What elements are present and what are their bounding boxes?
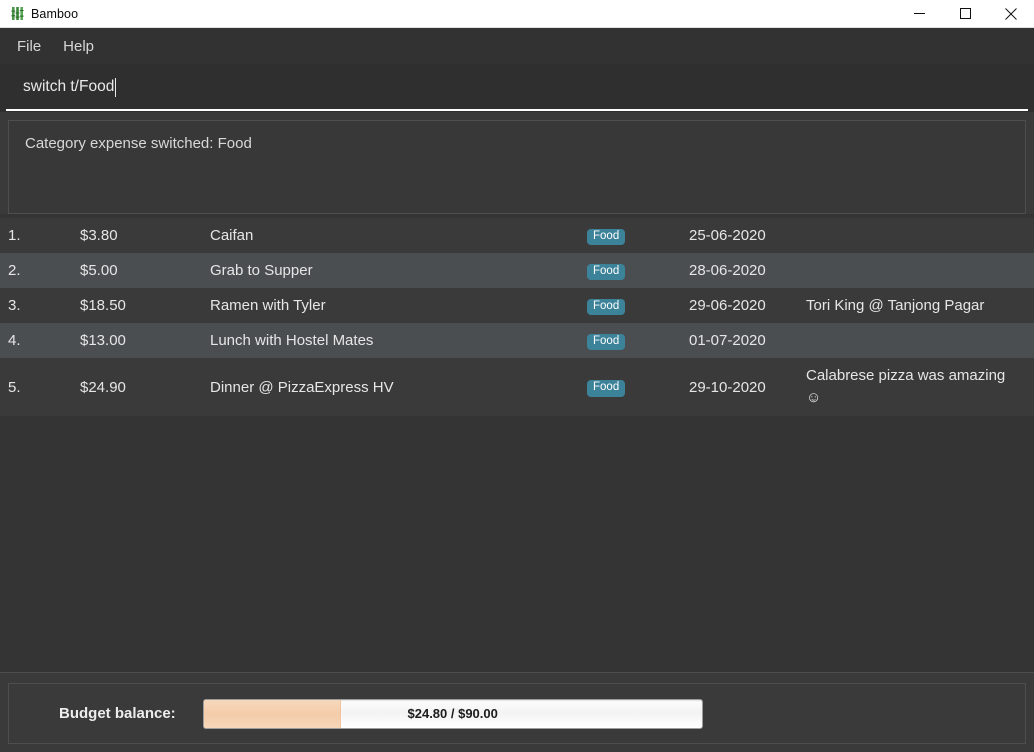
table-row[interactable]: 2. $5.00 Grab to Supper Food 28-06-2020	[0, 253, 1034, 288]
budget-panel: Budget balance: $24.80 / $90.00	[0, 673, 1034, 752]
row-description: Caifan	[210, 227, 254, 244]
expense-list[interactable]: 1. $3.80 Caifan Food 25-06-2020 2. $5.00…	[0, 214, 1034, 672]
row-category: Food	[587, 377, 689, 397]
row-date: 25-06-2020	[689, 227, 766, 244]
app-window: Bamboo File Help switch t/Food Category …	[0, 0, 1034, 752]
row-description: Ramen with Tyler	[210, 297, 326, 314]
table-row[interactable]: 3. $18.50 Ramen with Tyler Food 29-06-20…	[0, 288, 1034, 323]
category-tag: Food	[587, 263, 626, 281]
budget-progress-bar: $24.80 / $90.00	[202, 698, 703, 729]
maximize-icon[interactable]	[942, 0, 988, 28]
command-input[interactable]: switch t/Food	[6, 65, 1028, 111]
row-remark: Tori King @ Tanjong Pagar	[806, 296, 985, 314]
menu-bar: File Help	[0, 28, 1034, 64]
row-index: 2.	[8, 262, 21, 279]
row-amount: $18.50	[80, 297, 126, 314]
category-tag: Food	[587, 333, 626, 351]
table-row[interactable]: 1. $3.80 Caifan Food 25-06-2020	[0, 218, 1034, 253]
menu-item-file[interactable]: File	[8, 34, 50, 59]
row-index: 1.	[8, 227, 21, 244]
result-display-area: Category expense switched: Food	[0, 112, 1034, 214]
row-date: 28-06-2020	[689, 262, 766, 279]
table-row[interactable]: 5. $24.90 Dinner @ PizzaExpress HV Food …	[0, 358, 1034, 416]
row-remark: Calabrese pizza was amazing ☺	[806, 367, 1006, 406]
row-category: Food	[587, 331, 689, 351]
row-amount: $5.00	[80, 262, 118, 279]
row-date: 29-06-2020	[689, 297, 766, 314]
budget-box: Budget balance: $24.80 / $90.00	[8, 683, 1026, 744]
category-tag: Food	[587, 298, 626, 316]
command-input-value: switch t/Food	[23, 78, 115, 95]
row-index: 3.	[8, 297, 21, 314]
minimize-icon[interactable]	[896, 0, 942, 28]
text-caret	[115, 77, 117, 97]
row-description: Lunch with Hostel Mates	[210, 332, 374, 349]
window-title: Bamboo	[31, 6, 79, 21]
row-date: 29-10-2020	[689, 378, 766, 396]
row-amount: $3.80	[80, 227, 118, 244]
result-display-box: Category expense switched: Food	[8, 120, 1026, 214]
budget-label: Budget balance:	[59, 705, 176, 722]
row-index: 5.	[8, 378, 21, 396]
row-date: 01-07-2020	[689, 332, 766, 349]
row-amount: $24.90	[80, 378, 126, 396]
row-category: Food	[587, 261, 689, 281]
title-bar: Bamboo	[0, 0, 1034, 28]
table-row[interactable]: 4. $13.00 Lunch with Hostel Mates Food 0…	[0, 323, 1034, 358]
category-tag: Food	[587, 380, 626, 397]
row-amount: $13.00	[80, 332, 126, 349]
row-description: Grab to Supper	[210, 262, 313, 279]
category-tag: Food	[587, 228, 626, 246]
command-bar: switch t/Food	[0, 64, 1034, 112]
row-category: Food	[587, 296, 689, 316]
menu-item-help[interactable]: Help	[54, 34, 103, 59]
result-message: Category expense switched: Food	[25, 135, 252, 152]
budget-progress-text: $24.80 / $90.00	[407, 706, 498, 721]
row-category: Food	[587, 226, 689, 246]
window-controls	[896, 0, 1034, 28]
row-description: Dinner @ PizzaExpress HV	[210, 378, 394, 396]
close-icon[interactable]	[988, 0, 1034, 28]
bamboo-icon	[5, 6, 29, 21]
row-index: 4.	[8, 332, 21, 349]
